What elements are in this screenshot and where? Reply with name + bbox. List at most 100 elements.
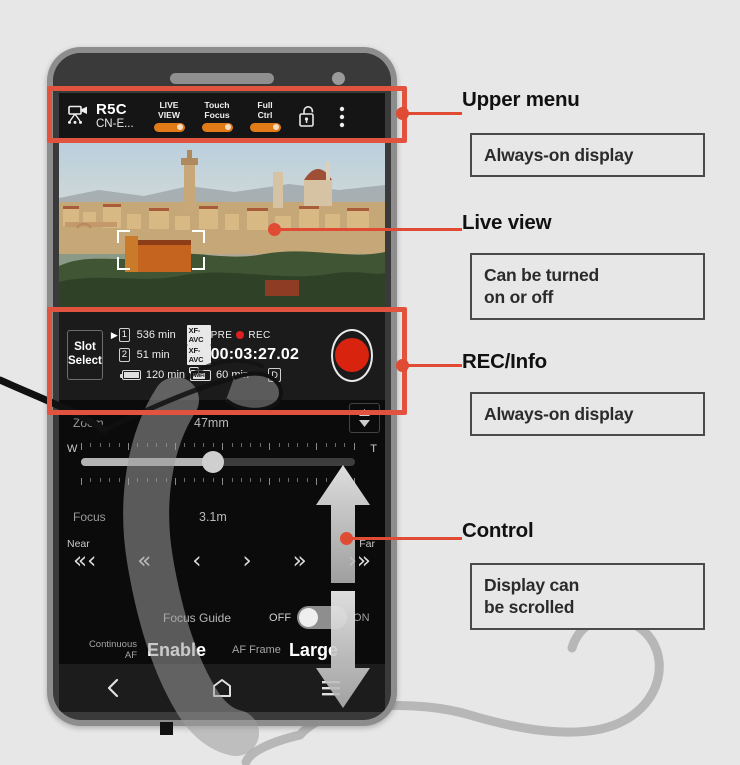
camera-model: R5C bbox=[96, 100, 127, 118]
leader-dot-live-view bbox=[268, 223, 281, 236]
zoom-value: 47mm bbox=[194, 416, 229, 430]
leader-line-control bbox=[345, 537, 462, 540]
toggle-touch-focus-switch[interactable] bbox=[201, 122, 233, 132]
phone-bottom-nub bbox=[160, 722, 173, 735]
zoom-ticks-top bbox=[81, 443, 355, 450]
zoom-tele-label: T bbox=[370, 443, 377, 455]
slot-1-codec: XF-AVC bbox=[186, 325, 211, 345]
wifi-battery-remaining: 60 min bbox=[216, 369, 250, 381]
earpiece-speaker-icon bbox=[170, 73, 274, 84]
rec-info-panel: Slot Select ▶ 1 536 min XF-AVC 2 51 min … bbox=[59, 310, 385, 400]
record-button-dot-icon bbox=[334, 338, 369, 372]
focus-value: 3.1m bbox=[199, 510, 227, 524]
focus-near-fast-button[interactable]: «‹ bbox=[73, 548, 96, 574]
timecode-row: 00:03:27.02 bbox=[211, 345, 331, 365]
af-focus-box bbox=[117, 230, 205, 270]
toggle-live-view-switch[interactable] bbox=[153, 122, 185, 132]
camera-identity[interactable]: R5C CN-E... bbox=[59, 100, 145, 132]
screenshot-root: R5C CN-E... LIVE VIEW Touch Focus Full C… bbox=[0, 0, 740, 765]
rec-label: REC bbox=[248, 329, 271, 341]
focus-guide-row: Focus Guide OFF ON bbox=[59, 606, 385, 629]
af-frame-value[interactable]: Large bbox=[289, 640, 338, 661]
slot-row-2: 2 51 min XF-AVC bbox=[111, 345, 211, 365]
leader-line-upper-menu bbox=[400, 112, 462, 115]
continuous-af-label-l2: AF bbox=[124, 649, 137, 661]
nav-menu-button[interactable] bbox=[305, 671, 357, 705]
battery-icon bbox=[119, 370, 141, 380]
android-nav-bar bbox=[59, 664, 385, 712]
slot-select-button[interactable]: Slot Select bbox=[67, 330, 103, 380]
leader-dot-rec-info bbox=[396, 359, 409, 372]
annotation-note-rec-info: Always-on display bbox=[470, 392, 705, 437]
pre-label: PRE bbox=[210, 329, 233, 341]
slot-2-codec: XF-AVC bbox=[186, 345, 211, 365]
annotation-note-control-l1: Display can bbox=[484, 575, 580, 595]
zoom-slider-knob[interactable] bbox=[201, 451, 224, 473]
toggle-live-view-line2: VIEW bbox=[158, 109, 180, 120]
focus-near-slow-button[interactable]: ‹ bbox=[192, 548, 201, 574]
toggle-live-view[interactable]: LIVE VIEW bbox=[145, 100, 193, 132]
annotation-title-upper-menu: Upper menu bbox=[462, 88, 580, 111]
front-camera-icon bbox=[332, 72, 345, 85]
focus-guide-off-label: OFF bbox=[269, 611, 292, 624]
slot-select-line2: Select bbox=[68, 355, 102, 367]
lens-name: CN-E... bbox=[96, 118, 134, 131]
focus-far-fast-button[interactable]: ›» bbox=[348, 548, 371, 574]
continuous-af-label-l1: Continuous bbox=[88, 639, 137, 651]
record-button[interactable] bbox=[330, 328, 373, 382]
zoom-slider[interactable] bbox=[81, 451, 355, 473]
power-status-row: 120 min WiFi 60 min D bbox=[111, 365, 331, 385]
phone-top-bar bbox=[53, 53, 391, 93]
toggle-touch-focus[interactable]: Touch Focus bbox=[193, 100, 241, 132]
leader-line-live-view bbox=[272, 228, 462, 231]
annotation-note-control-l2: be scrolled bbox=[484, 597, 575, 618]
zoom-slider-fill bbox=[81, 458, 213, 466]
nav-back-button[interactable] bbox=[87, 671, 139, 705]
continuous-af-label: Continuous AF bbox=[59, 639, 137, 661]
recording-info: ▶ 1 536 min XF-AVC 2 51 min XF-AVC PRE R… bbox=[103, 325, 331, 385]
camcorder-tripod-icon bbox=[68, 106, 87, 125]
toggle-full-ctrl[interactable]: Full Ctrl bbox=[241, 100, 289, 132]
pre-rec-status: PRE REC bbox=[211, 325, 331, 345]
annotation-title-rec-info: REC/Info bbox=[462, 350, 547, 373]
nav-home-button[interactable] bbox=[196, 671, 248, 705]
chevron-left-icon bbox=[108, 678, 119, 698]
live-view-area[interactable] bbox=[59, 140, 385, 310]
hamburger-menu-icon bbox=[321, 681, 340, 696]
wifi-battery-label: WiFi bbox=[193, 372, 206, 379]
focus-far-slow-button[interactable]: › bbox=[242, 548, 251, 574]
panel-expand-stepper[interactable] bbox=[349, 403, 380, 433]
leader-dot-upper-menu bbox=[396, 107, 409, 120]
chevron-down-icon bbox=[359, 420, 370, 427]
d-indicator-icon: D bbox=[268, 368, 282, 382]
slot-2-remaining: 51 min bbox=[136, 349, 170, 361]
slot-row-1: ▶ 1 536 min XF-AVC bbox=[111, 325, 211, 345]
rec-status-dot-icon bbox=[236, 331, 245, 339]
control-panel: Zoom 47mm W T Focus 3.1m Near Far «‹ « ‹… bbox=[59, 400, 385, 676]
annotation-note-control: Display can be scrolled bbox=[470, 563, 705, 630]
annotation-title-live-view: Live view bbox=[462, 211, 552, 234]
wifi-battery-icon: WiFi bbox=[189, 366, 212, 381]
focus-far-medium-button[interactable]: » bbox=[293, 548, 307, 574]
battery-remaining: 120 min bbox=[145, 369, 186, 381]
focus-guide-label: Focus Guide bbox=[163, 610, 232, 625]
focus-guide-toggle[interactable] bbox=[297, 606, 348, 629]
continuous-af-value[interactable]: Enable bbox=[147, 640, 206, 661]
toggle-touch-focus-line2: Focus bbox=[204, 109, 230, 120]
slot-2-number: 2 bbox=[119, 348, 130, 362]
annotation-note-live-view-l1: Can be turned bbox=[484, 265, 600, 285]
live-view-scene bbox=[59, 150, 385, 310]
overflow-menu-button[interactable] bbox=[325, 106, 359, 128]
slot-select-line1: Slot bbox=[74, 341, 96, 354]
toggle-full-ctrl-line2: Ctrl bbox=[257, 109, 273, 120]
annotation-note-live-view: Can be turned on or off bbox=[470, 253, 705, 320]
zoom-wide-label: W bbox=[67, 443, 78, 455]
toggle-full-ctrl-switch[interactable] bbox=[249, 122, 281, 132]
af-settings-row: Continuous AF Enable AF Frame Large bbox=[59, 639, 385, 661]
upper-menu-bar: R5C CN-E... LIVE VIEW Touch Focus Full C… bbox=[59, 93, 385, 140]
focus-near-medium-button[interactable]: « bbox=[137, 548, 151, 574]
phone-screen: R5C CN-E... LIVE VIEW Touch Focus Full C… bbox=[59, 93, 385, 676]
zoom-label: Zoom bbox=[73, 416, 104, 430]
active-slot-marker: ▶ bbox=[110, 329, 118, 340]
lock-button[interactable] bbox=[289, 105, 325, 128]
